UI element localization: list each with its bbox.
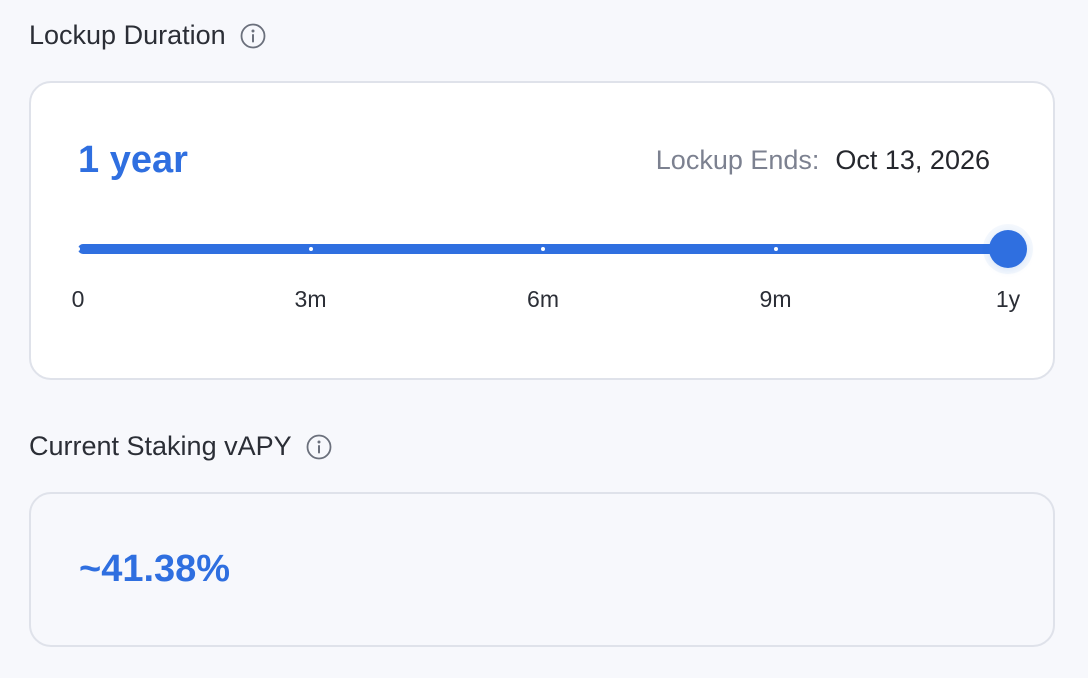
- slider-tick-label-1y: 1y: [995, 286, 1021, 312]
- info-icon[interactable]: [240, 23, 266, 49]
- lockup-duration-heading: Lockup Duration: [29, 20, 266, 51]
- slider-tick-label-6m: 6m: [527, 286, 559, 312]
- slider-tick-dot: [773, 247, 778, 251]
- info-icon[interactable]: [306, 434, 332, 460]
- slider-tick-dot: [76, 247, 80, 251]
- lockup-duration-value: 1 year: [78, 139, 188, 181]
- slider-tick-label-3m: 3m: [294, 286, 327, 312]
- lockup-duration-card: 1 year Lockup Ends: Oct 13, 2026 0 3m 6m…: [29, 81, 1055, 380]
- slider-tick-dot: [308, 247, 313, 251]
- lockup-ends-date: Oct 13, 2026: [835, 145, 990, 175]
- slider-tick-label-0: 0: [71, 286, 85, 312]
- staking-vapy-title: Current Staking vAPY: [29, 431, 292, 461]
- slider-tick-dot: [541, 247, 545, 251]
- lockup-ends-label: Lockup Ends:: [655, 145, 820, 175]
- staking-vapy-heading: Current Staking vAPY: [29, 431, 332, 462]
- lockup-duration-title: Lockup Duration: [29, 20, 226, 50]
- slider-thumb[interactable]: [989, 230, 1027, 268]
- staking-vapy-value: ~41.38%: [79, 548, 231, 590]
- staking-vapy-card: ~41.38%: [29, 492, 1055, 647]
- slider-tick-label-9m: 9m: [759, 286, 792, 312]
- lockup-duration-slider[interactable]: [76, 230, 1027, 270]
- lockup-ends: Lockup Ends: Oct 13, 2026: [656, 145, 990, 176]
